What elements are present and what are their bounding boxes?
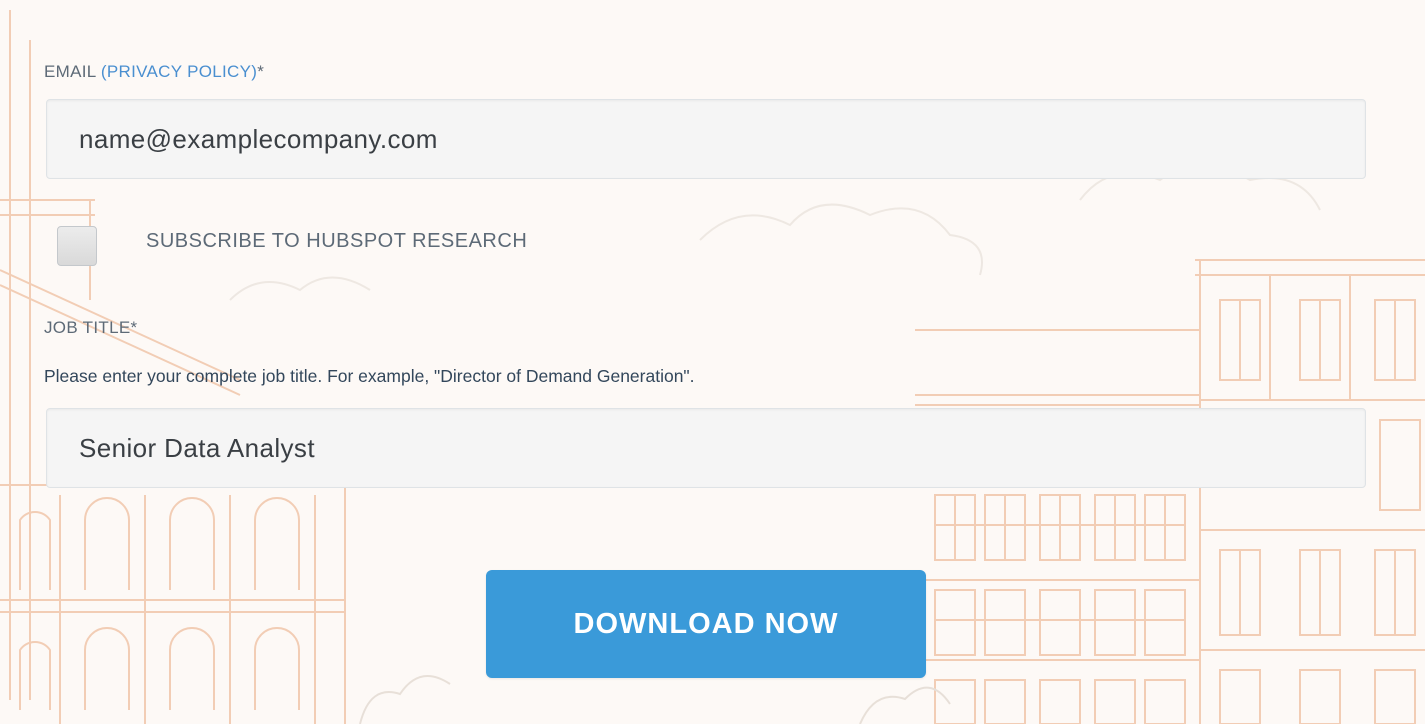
job-title-required-mark: * <box>130 318 138 337</box>
job-title-help-text: Please enter your complete job title. Fo… <box>44 366 695 386</box>
job-title-label-text: JOB TITLE <box>44 318 131 337</box>
email-required-mark: * <box>257 62 265 81</box>
subscribe-checkbox-label[interactable]: SUBSCRIBE TO HUBSPOT RESEARCH <box>146 230 527 253</box>
subscribe-checkbox[interactable] <box>57 226 97 266</box>
job-title-input[interactable] <box>46 408 1366 488</box>
download-now-button[interactable]: DOWNLOAD NOW <box>486 570 926 678</box>
email-label-text: EMAIL <box>44 62 96 81</box>
email-label: EMAIL (PRIVACY POLICY)* <box>44 62 264 82</box>
email-input[interactable] <box>46 99 1366 179</box>
download-form: EMAIL (PRIVACY POLICY)* SUBSCRIBE TO HUB… <box>0 0 1425 724</box>
job-title-label: JOB TITLE* <box>44 318 137 338</box>
privacy-policy-link[interactable]: (PRIVACY POLICY) <box>101 62 257 81</box>
